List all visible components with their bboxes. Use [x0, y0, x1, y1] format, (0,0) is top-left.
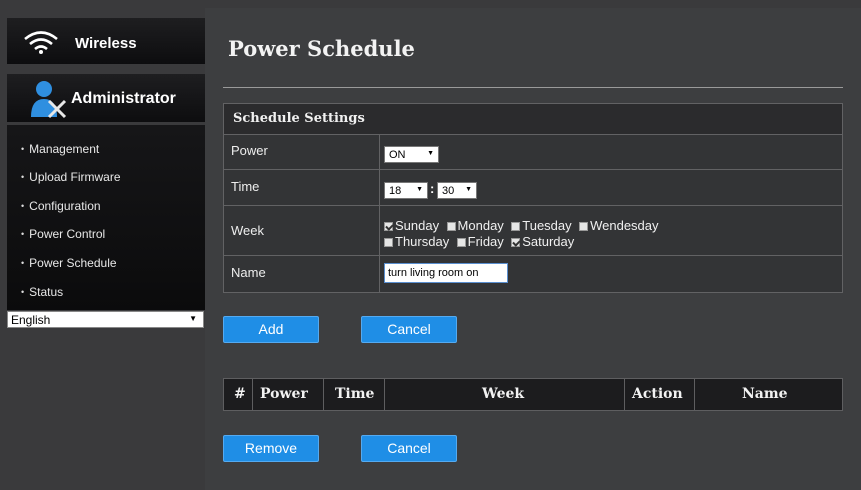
hour-select[interactable]: 18 ▼	[384, 182, 428, 199]
day-thursday[interactable]: Thursday	[384, 233, 452, 250]
column-divider	[323, 379, 324, 410]
week-days-line-2: Thursday Friday Saturday	[384, 233, 577, 251]
schedule-list-header: # Power Time Week Action Name	[223, 378, 843, 411]
chevron-down-icon: ▼	[416, 186, 423, 193]
sidebar-item-configuration[interactable]: Configuration	[21, 199, 100, 213]
checkbox-monday[interactable]	[446, 222, 456, 231]
column-divider	[384, 379, 385, 410]
time-label: Time	[231, 179, 260, 194]
checkbox-tuesday[interactable]	[511, 222, 521, 231]
sidebar-item-management[interactable]: Management	[21, 142, 99, 156]
column-header-time: Time	[335, 386, 375, 402]
schedule-name-input[interactable]: turn living room on	[384, 263, 508, 283]
checkbox-friday[interactable]	[456, 238, 466, 247]
power-value: ON	[389, 149, 406, 161]
column-header-number: #	[234, 386, 246, 402]
column-header-week: Week	[482, 386, 525, 402]
day-label: Wendesday	[590, 218, 659, 233]
day-label: Monday	[457, 218, 504, 233]
column-header-power: Power	[260, 386, 308, 402]
sidebar-item-power-schedule[interactable]: Power Schedule	[21, 256, 116, 270]
language-select[interactable]: English ▼	[7, 311, 204, 328]
day-label: Saturday	[522, 234, 575, 249]
minute-value: 30	[442, 185, 455, 197]
add-button[interactable]: Add	[223, 316, 319, 343]
chevron-down-icon: ▼	[465, 186, 472, 193]
week-label: Week	[231, 223, 264, 238]
checkbox-saturday[interactable]	[511, 238, 521, 247]
sidebar-wireless-label: Wireless	[75, 35, 137, 52]
minute-select[interactable]: 30 ▼	[437, 182, 477, 199]
column-divider	[624, 379, 625, 410]
power-row: Power	[224, 135, 842, 170]
time-row: Time	[224, 170, 842, 206]
sidebar-item-status[interactable]: Status	[21, 285, 63, 299]
sidebar-item-administrator[interactable]: Administrator	[7, 74, 205, 122]
day-wendesday[interactable]: Wendesday	[579, 217, 661, 234]
checkbox-thursday[interactable]	[384, 238, 393, 247]
column-divider	[379, 134, 380, 292]
sidebar: Wireless Administrator Management Upload…	[7, 8, 205, 490]
cancel-button[interactable]: Cancel	[361, 316, 457, 343]
day-sunday[interactable]: Sunday	[384, 217, 442, 234]
sidebar-item-power-control[interactable]: Power Control	[21, 227, 105, 241]
sidebar-item-wireless[interactable]: Wireless	[7, 18, 205, 64]
language-value: English	[11, 313, 51, 327]
title-divider	[223, 87, 843, 88]
day-monday[interactable]: Monday	[446, 217, 507, 234]
checkbox-sunday[interactable]	[384, 222, 393, 231]
column-divider	[252, 379, 253, 410]
schedule-settings-header: Schedule Settings	[224, 104, 842, 135]
day-label: Tuesday	[522, 218, 572, 233]
sidebar-item-upload-firmware[interactable]: Upload Firmware	[21, 170, 120, 184]
name-row: Name	[224, 256, 842, 292]
column-header-action: Action	[632, 386, 683, 402]
column-header-name: Name	[742, 386, 788, 402]
chevron-down-icon: ▼	[427, 150, 434, 157]
schedule-settings-title: Schedule Settings	[233, 111, 365, 126]
hour-value: 18	[389, 185, 402, 197]
day-label: Thursday	[395, 234, 450, 249]
day-label: Friday	[467, 234, 504, 249]
cancel-remove-button[interactable]: Cancel	[361, 435, 457, 462]
schedule-settings-panel: Schedule Settings Power Time Week Name	[223, 103, 843, 293]
remove-button[interactable]: Remove	[223, 435, 319, 462]
day-friday[interactable]: Friday	[456, 233, 507, 250]
wifi-icon	[24, 31, 58, 54]
administrator-icon	[31, 81, 67, 119]
day-label: Sunday	[395, 218, 440, 233]
chevron-down-icon: ▼	[189, 314, 197, 323]
power-select[interactable]: ON ▼	[384, 146, 439, 163]
power-label: Power	[231, 143, 268, 158]
admin-submenu: Management Upload Firmware Configuration…	[7, 125, 205, 310]
name-label: Name	[231, 265, 266, 280]
day-saturday[interactable]: Saturday	[511, 233, 577, 250]
checkbox-wendesday[interactable]	[579, 222, 589, 231]
sidebar-administrator-label: Administrator	[71, 90, 176, 107]
day-tuesday[interactable]: Tuesday	[511, 217, 574, 234]
time-separator: :	[430, 181, 435, 196]
column-divider	[694, 379, 695, 410]
page-title: Power Schedule	[228, 36, 415, 61]
